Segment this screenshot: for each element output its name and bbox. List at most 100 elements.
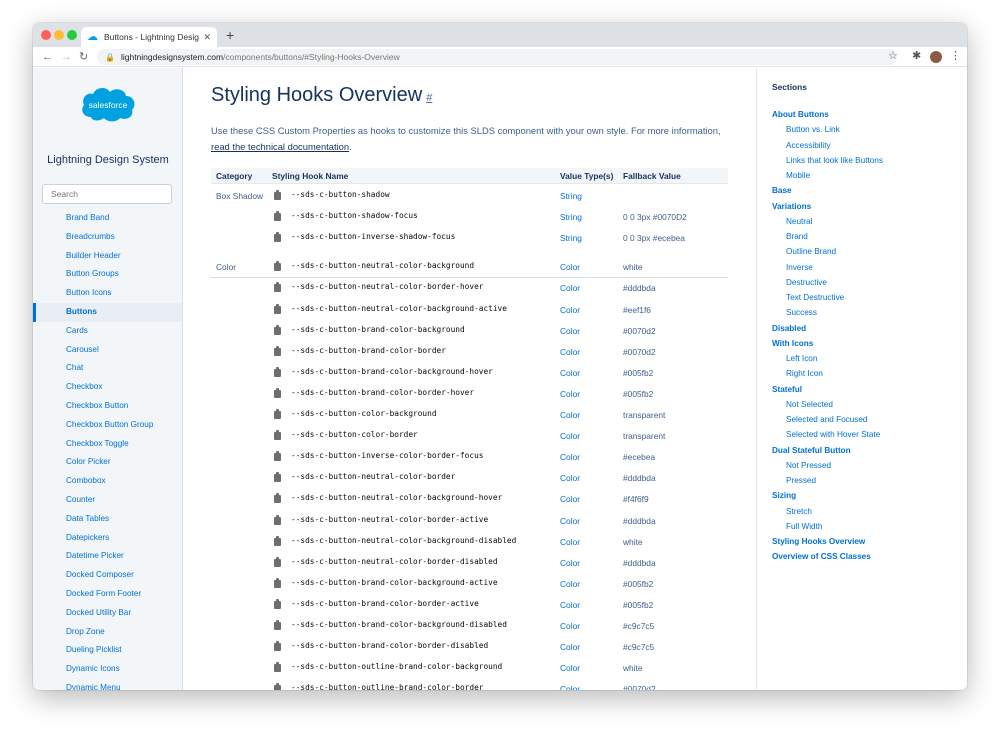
clipboard-icon[interactable]	[274, 556, 281, 567]
value-type-link[interactable]: Color	[560, 537, 580, 547]
design-system-title[interactable]: Lightning Design System	[33, 154, 182, 166]
clipboard-icon[interactable]	[274, 493, 281, 504]
sidebar-item-datetime-picker[interactable]: Datetime Picker	[33, 547, 182, 566]
minimize-window-button[interactable]	[54, 30, 64, 40]
value-type-link[interactable]: Color	[560, 642, 580, 652]
extensions-puzzle-icon[interactable]: ✱	[912, 49, 921, 62]
heading-anchor-link[interactable]: #	[426, 92, 432, 104]
section-link-accessibility[interactable]: Accessibility	[757, 138, 967, 153]
section-link-selected-and-focused[interactable]: Selected and Focused	[757, 412, 967, 427]
section-link-left-icon[interactable]: Left Icon	[757, 351, 967, 366]
sidebar-item-dynamic-menu[interactable]: Dynamic Menu	[33, 679, 182, 690]
salesforce-logo[interactable]: salesforce	[79, 83, 137, 123]
clipboard-icon[interactable]	[274, 451, 281, 462]
value-type-link[interactable]: String	[560, 233, 582, 243]
clipboard-icon[interactable]	[274, 409, 281, 419]
value-type-link[interactable]: Color	[560, 621, 580, 631]
value-type-link[interactable]: Color	[560, 368, 580, 378]
sidebar-item-brand-band[interactable]: Brand Band	[33, 209, 182, 228]
value-type-link[interactable]: Color	[560, 326, 580, 336]
clipboard-icon[interactable]	[274, 641, 281, 652]
clipboard-icon[interactable]	[274, 324, 281, 335]
sidebar-item-button-icons[interactable]: Button Icons	[33, 284, 182, 303]
sidebar-item-data-tables[interactable]: Data Tables	[33, 510, 182, 529]
clipboard-icon[interactable]	[274, 535, 281, 546]
clipboard-icon[interactable]	[274, 366, 281, 377]
section-link-selected-with-hover-state[interactable]: Selected with Hover State	[757, 427, 967, 442]
sidebar-item-buttons[interactable]: Buttons	[33, 302, 182, 322]
sidebar-item-checkbox-button[interactable]: Checkbox Button	[33, 397, 182, 416]
sidebar-item-drop-zone[interactable]: Drop Zone	[33, 623, 182, 642]
browser-tab[interactable]: ☁ Buttons - Lightning Design Sys ✕	[81, 27, 217, 47]
reload-icon[interactable]: ↻	[79, 49, 88, 65]
clipboard-icon[interactable]	[274, 430, 281, 441]
close-tab-icon[interactable]: ✕	[203, 32, 211, 43]
value-type-link[interactable]: Color	[560, 494, 580, 504]
sidebar-item-docked-form-footer[interactable]: Docked Form Footer	[33, 585, 182, 604]
section-link-not-pressed[interactable]: Not Pressed	[757, 458, 967, 473]
sidebar-item-combobox[interactable]: Combobox	[33, 472, 182, 491]
section-link-stretch[interactable]: Stretch	[757, 504, 967, 519]
clipboard-icon[interactable]	[274, 232, 281, 243]
value-type-link[interactable]: Color	[560, 473, 580, 483]
clipboard-icon[interactable]	[274, 598, 281, 609]
clipboard-icon[interactable]	[274, 303, 281, 314]
clipboard-icon[interactable]	[274, 190, 281, 200]
clipboard-icon[interactable]	[274, 345, 281, 356]
sidebar-item-datepickers[interactable]: Datepickers	[33, 529, 182, 548]
section-link-links-that-look-like-buttons[interactable]: Links that look like Buttons	[757, 153, 967, 168]
sidebar-item-checkbox-button-group[interactable]: Checkbox Button Group	[33, 416, 182, 435]
sidebar-item-builder-header[interactable]: Builder Header	[33, 247, 182, 266]
section-link-neutral[interactable]: Neutral	[757, 214, 967, 229]
value-type-link[interactable]: Color	[560, 558, 580, 568]
value-type-link[interactable]: Color	[560, 452, 580, 462]
value-type-link[interactable]: Color	[560, 663, 580, 673]
sidebar-item-dynamic-icons[interactable]: Dynamic Icons	[33, 660, 182, 679]
section-link-mobile[interactable]: Mobile	[757, 168, 967, 183]
section-link-sizing[interactable]: Sizing	[757, 488, 967, 503]
clipboard-icon[interactable]	[274, 472, 281, 483]
clipboard-icon[interactable]	[274, 514, 281, 525]
value-type-link[interactable]: Color	[560, 262, 580, 272]
value-type-link[interactable]: Color	[560, 600, 580, 610]
section-link-destructive[interactable]: Destructive	[757, 275, 967, 290]
value-type-link[interactable]: Color	[560, 347, 580, 357]
value-type-link[interactable]: String	[560, 191, 582, 201]
value-type-link[interactable]: Color	[560, 431, 580, 441]
sidebar-item-checkbox[interactable]: Checkbox	[33, 378, 182, 397]
sidebar-item-dueling-picklist[interactable]: Dueling Picklist	[33, 641, 182, 660]
section-link-with-icons[interactable]: With Icons	[757, 336, 967, 351]
clipboard-icon[interactable]	[274, 620, 281, 630]
clipboard-icon[interactable]	[274, 211, 281, 222]
section-link-base[interactable]: Base	[757, 183, 967, 198]
value-type-link[interactable]: Color	[560, 579, 580, 589]
zoom-window-button[interactable]	[67, 30, 77, 40]
section-link-dual-stateful-button[interactable]: Dual Stateful Button	[757, 443, 967, 458]
value-type-link[interactable]: Color	[560, 389, 580, 399]
section-link-not-selected[interactable]: Not Selected	[757, 397, 967, 412]
section-link-success[interactable]: Success	[757, 305, 967, 320]
value-type-link[interactable]: Color	[560, 305, 580, 315]
search-input[interactable]	[42, 184, 172, 204]
section-link-pressed[interactable]: Pressed	[757, 473, 967, 488]
section-link-overview-of-css-classes[interactable]: Overview of CSS Classes	[757, 549, 967, 564]
section-link-inverse[interactable]: Inverse	[757, 260, 967, 275]
profile-avatar[interactable]	[930, 51, 942, 63]
section-link-outline-brand[interactable]: Outline Brand	[757, 244, 967, 259]
section-link-full-width[interactable]: Full Width	[757, 519, 967, 534]
section-link-variations[interactable]: Variations	[757, 199, 967, 214]
section-link-right-icon[interactable]: Right Icon	[757, 366, 967, 381]
clipboard-icon[interactable]	[274, 387, 281, 398]
value-type-link[interactable]: Color	[560, 410, 580, 420]
browser-menu-icon[interactable]: ⋮	[950, 49, 961, 62]
sidebar-item-breadcrumbs[interactable]: Breadcrumbs	[33, 228, 182, 247]
back-arrow-icon[interactable]: ←	[42, 49, 53, 65]
sidebar-item-chat[interactable]: Chat	[33, 359, 182, 378]
clipboard-icon[interactable]	[274, 261, 281, 272]
section-link-text-destructive[interactable]: Text Destructive	[757, 290, 967, 305]
clipboard-icon[interactable]	[274, 662, 281, 673]
bookmark-star-icon[interactable]: ☆	[888, 49, 898, 62]
value-type-link[interactable]: String	[560, 212, 582, 222]
sidebar-item-carousel[interactable]: Carousel	[33, 341, 182, 360]
sidebar-item-docked-composer[interactable]: Docked Composer	[33, 566, 182, 585]
